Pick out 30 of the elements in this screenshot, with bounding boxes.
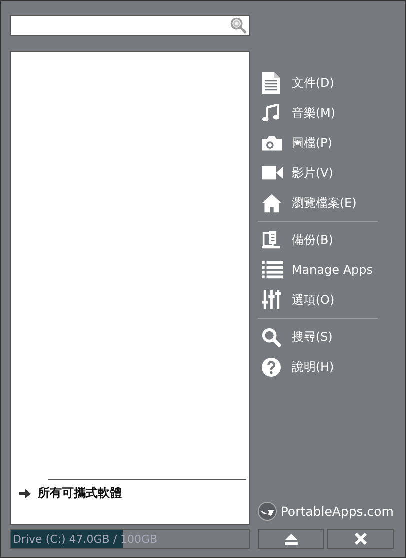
house-icon [262, 194, 282, 212]
help-icon [262, 358, 281, 376]
portableapps-logo-icon [258, 502, 277, 521]
search-icon [262, 328, 281, 346]
menu-item[interactable]: 瀏覽檔案(E) [258, 188, 394, 218]
arrow-icon [19, 488, 31, 498]
eject-icon [284, 534, 298, 544]
menu-item[interactable]: 說明(H) [258, 352, 394, 382]
menu-item[interactable]: 影片(V) [258, 158, 394, 188]
search-field[interactable] [10, 15, 250, 36]
document-icon [262, 72, 280, 94]
music-note-icon [262, 104, 280, 122]
close-button[interactable] [327, 529, 394, 549]
books-icon [262, 230, 282, 250]
close-icon [354, 533, 367, 545]
menu-item[interactable]: 文件(D) [258, 68, 394, 98]
menu-item[interactable]: Manage Apps [258, 255, 394, 285]
all-apps-link[interactable]: 所有可攜式軟體 [38, 485, 122, 502]
brand-link[interactable]: PortableApps.com [280, 504, 394, 519]
menu-item[interactable]: 備份(B) [258, 225, 394, 255]
menu-item[interactable]: 圖檔(P) [258, 128, 394, 158]
list-icon [262, 261, 283, 279]
menu-item[interactable]: 音樂(M) [258, 98, 394, 128]
eject-button[interactable] [258, 529, 324, 549]
camera-icon [262, 136, 282, 150]
sliders-icon [262, 290, 281, 310]
search-icon[interactable] [230, 17, 247, 34]
menu-item[interactable]: 選項(O) [258, 285, 394, 315]
menu-item[interactable]: 搜尋(S) [258, 322, 394, 352]
video-camera-icon [262, 166, 283, 180]
